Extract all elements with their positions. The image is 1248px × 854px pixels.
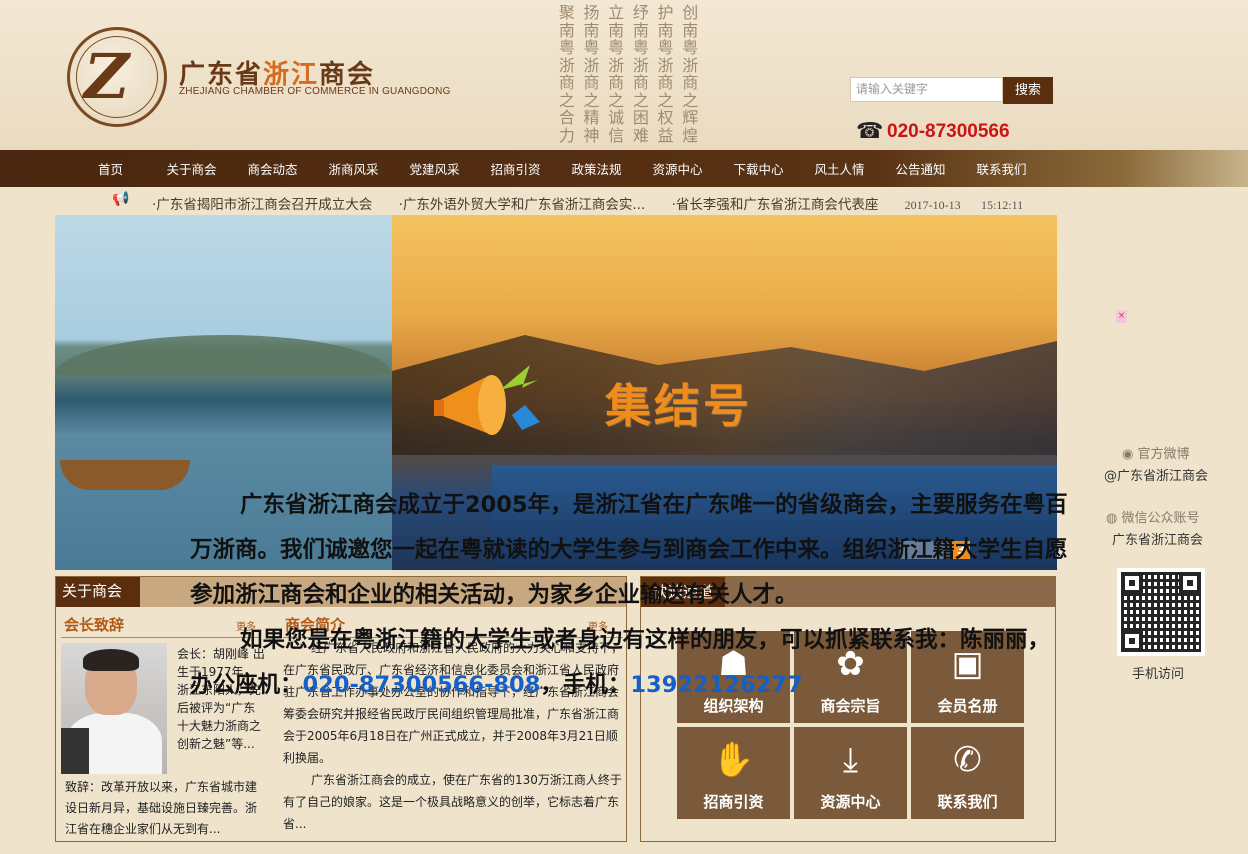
nav-home[interactable]: 首页 <box>70 150 151 187</box>
banner-headline: 集结号 <box>605 379 752 433</box>
weibo-icon: ◉ <box>1122 447 1138 462</box>
notice-contact-paragraph: 如果您是在粤浙江籍的大学生或者身边有这样的朋友，可以抓紧联系我：陈丽丽，办公座机… <box>190 618 1070 708</box>
slogan-columns: 聚南粤浙商之合力 扬南粤浙商之精神 立南粤浙商之诚信 纾南粤浙商之困难 护南粤浙… <box>556 4 701 144</box>
close-icon[interactable]: × <box>1116 310 1127 323</box>
search-input[interactable]: 请输入关键字 <box>850 77 1003 102</box>
slogan: 纾南粤浙商之困难 <box>632 3 649 145</box>
ticker-time: 15:12:11 <box>980 198 1024 212</box>
slogan: 护南粤浙商之权益 <box>657 3 674 145</box>
nav-resources[interactable]: 资源中心 <box>637 150 718 187</box>
boat-shape <box>60 460 190 490</box>
weibo-account[interactable]: @广东省浙江商会 <box>1104 465 1208 484</box>
office-phone-link[interactable]: 020-87300566-808 <box>303 672 541 698</box>
wechat-label[interactable]: ◍ 微信公众账号 <box>1106 507 1200 526</box>
ticker-item[interactable]: ·广东外语外贸大学和广东省浙江商会实... <box>399 197 646 213</box>
nav-party[interactable]: 党建风采 <box>394 150 475 187</box>
recruitment-notice: 广东省浙江商会成立于2005年，是浙江省在广东唯一的省级商会，主要服务在粤百万浙… <box>190 483 1070 708</box>
ticker-item[interactable]: ·广东省揭阳市浙江商会召开成立大会 <box>152 197 372 213</box>
mobile-phone-link[interactable]: 13922126277 <box>630 672 802 698</box>
phone-icon: ✆ <box>953 740 982 780</box>
wechat-icon: ◍ <box>1106 511 1122 526</box>
ticker-date: 2017-10-13 <box>904 198 961 212</box>
hotline-number: 020-87300566 <box>887 121 1010 142</box>
mobile-access-label: 手机访问 <box>1132 667 1185 682</box>
quick-label: 资源中心 <box>820 793 881 811</box>
search-button[interactable]: 搜索 <box>1003 77 1053 104</box>
logo-emblem: Z <box>84 40 130 113</box>
download-icon: ⤓ <box>842 740 859 780</box>
photo-hair <box>83 649 139 671</box>
qr-finder <box>1121 630 1143 652</box>
slogan: 立南粤浙商之诚信 <box>608 3 625 145</box>
notice-mobile-label: ，手机： <box>540 672 631 698</box>
ticker-item[interactable]: ·省长李强和广东省浙江商会代表座 <box>672 197 879 213</box>
intro-paragraph: 广东省浙江商会的成立，使在广东省的130万浙江商人终于有了自己的娘家。这是一个极… <box>283 773 622 831</box>
qr-finder <box>1179 572 1201 594</box>
about-tab[interactable]: 关于商会 <box>56 577 140 607</box>
slogan: 创南粤浙商之辉煌 <box>682 3 699 145</box>
qr-code <box>1117 568 1205 656</box>
nav-downloads[interactable]: 下载中心 <box>718 150 799 187</box>
site-header: Z 广东省浙江商会 ZHEJIANG CHAMBER OF COMMERCE I… <box>0 0 1248 150</box>
quick-label: 招商引资 <box>703 793 764 811</box>
photo-suit <box>61 728 89 774</box>
president-speech: 致辞：改革开放以来，广东省城市建设日新月异，基础设施日臻完善。浙江省在穗企业家们… <box>65 780 258 836</box>
quick-label: 联系我们 <box>937 793 998 811</box>
nav-notices[interactable]: 公告通知 <box>880 150 961 187</box>
weibo-label[interactable]: ◉ 官方微博 <box>1122 443 1190 462</box>
telephone-icon: ☎ <box>856 119 884 144</box>
quick-investment[interactable]: ✋ 招商引资 <box>677 727 790 819</box>
hill-shape <box>55 335 392 375</box>
president-heading[interactable]: 会长致辞 <box>64 614 124 635</box>
chamber-logo[interactable]: Z <box>67 27 167 127</box>
nav-news[interactable]: 商会动态 <box>232 150 313 187</box>
nav-contact[interactable]: 联系我们 <box>961 150 1042 187</box>
quick-resources[interactable]: ⤓ 资源中心 <box>794 727 907 819</box>
nav-culture[interactable]: 风土人情 <box>799 150 880 187</box>
slogan: 扬南粤浙商之精神 <box>583 3 600 145</box>
nav-merchants[interactable]: 浙商风采 <box>313 150 394 187</box>
announcement-icon: 📢 <box>112 191 130 207</box>
wechat-label-text: 微信公众账号 <box>1121 511 1200 526</box>
site-subtitle: ZHEJIANG CHAMBER OF COMMERCE IN GUANGDON… <box>179 86 451 97</box>
weibo-label-text: 官方微博 <box>1137 447 1190 462</box>
qr-pattern <box>1121 572 1201 652</box>
slogan: 聚南粤浙商之合力 <box>558 3 575 145</box>
wechat-account[interactable]: 广东省浙江商会 <box>1112 529 1203 548</box>
nav-about[interactable]: 关于商会 <box>151 150 232 187</box>
nav-policy[interactable]: 政策法规 <box>556 150 637 187</box>
megaphone-icon <box>434 365 540 435</box>
news-ticker: ·广东省揭阳市浙江商会召开成立大会 ·广东外语外贸大学和广东省浙江商会实... … <box>152 193 1039 213</box>
nav-investment[interactable]: 招商引资 <box>475 150 556 187</box>
president-photo <box>61 643 167 774</box>
notice-paragraph: 广东省浙江商会成立于2005年，是浙江省在广东唯一的省级商会，主要服务在粤百万浙… <box>190 492 1068 608</box>
handshake-icon: ✋ <box>712 740 755 780</box>
main-nav: 首页 关于商会 商会动态 浙商风采 党建风采 招商引资 政策法规 资源中心 下载… <box>0 150 1248 187</box>
quick-contact[interactable]: ✆ 联系我们 <box>911 727 1024 819</box>
qr-finder <box>1121 572 1143 594</box>
